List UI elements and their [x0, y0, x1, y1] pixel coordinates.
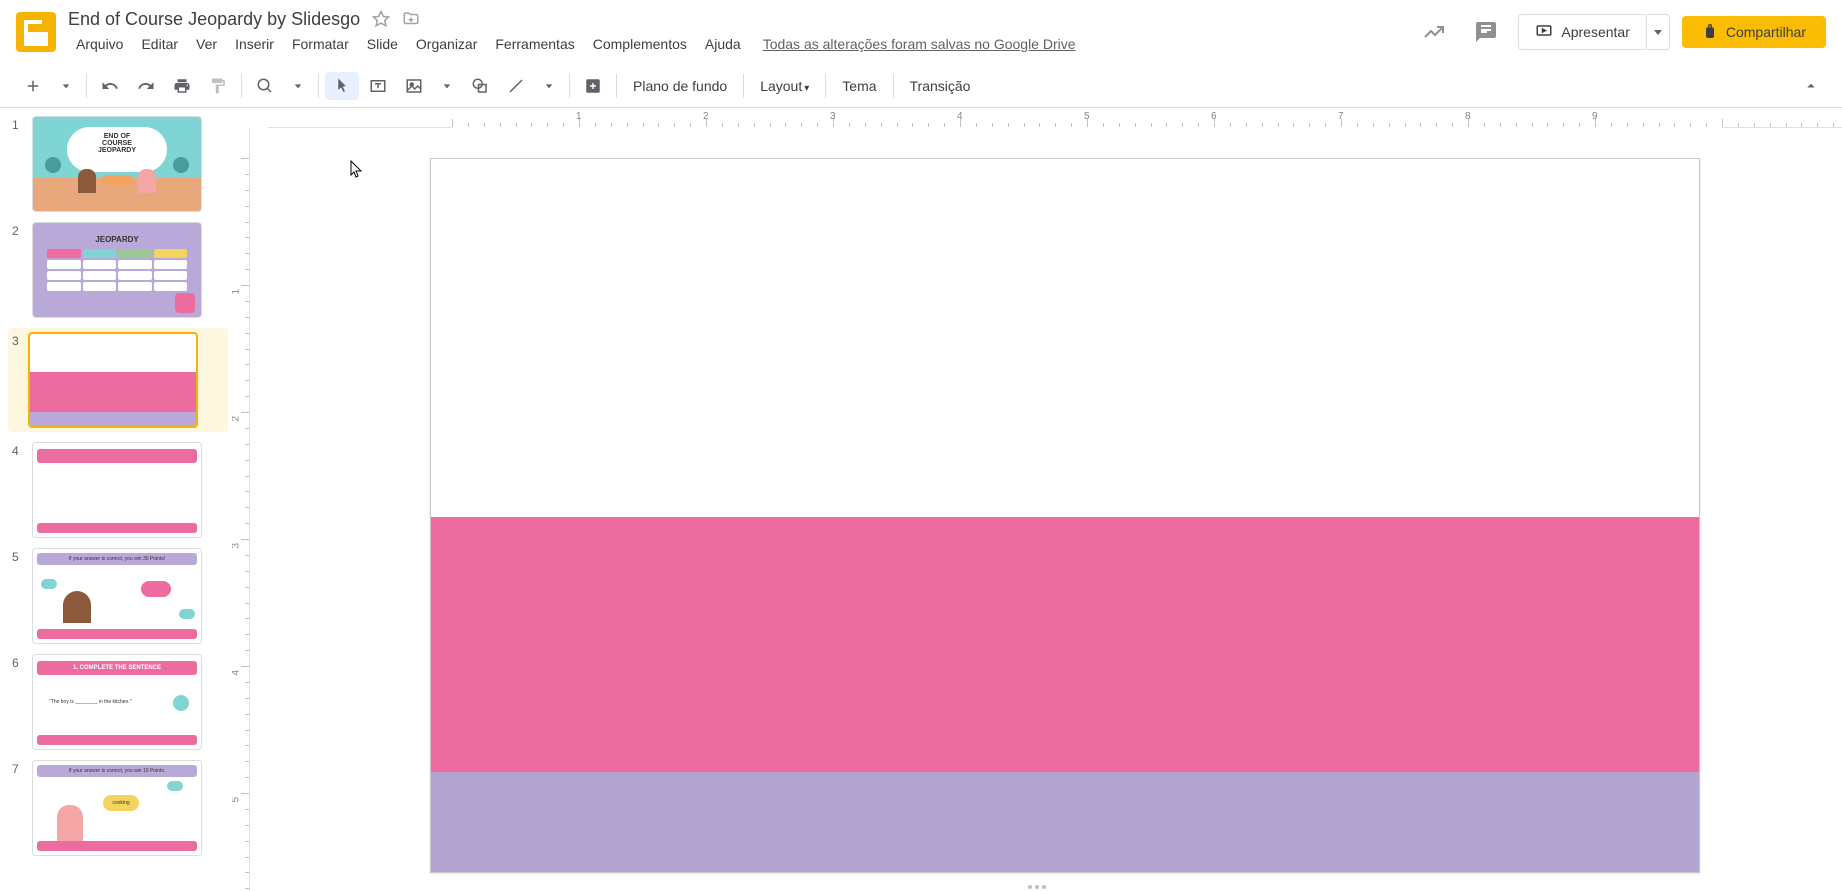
separator	[616, 74, 617, 98]
menu-arquivo[interactable]: Arquivo	[68, 32, 131, 56]
menu-inserir[interactable]: Inserir	[227, 32, 282, 56]
vertical-ruler[interactable]: 12345	[232, 128, 250, 891]
collapse-toolbar-icon[interactable]	[1796, 71, 1826, 101]
slide-number: 2	[12, 222, 32, 318]
redo-button[interactable]	[129, 72, 163, 100]
slide-number: 1	[12, 116, 32, 212]
transition-button[interactable]: Transição	[900, 72, 981, 100]
image-tool[interactable]	[397, 72, 431, 100]
layout-button[interactable]: Layout▾	[750, 72, 819, 100]
slide-thumbnail-5[interactable]: 5 If your answer is correct, you win 30 …	[12, 548, 228, 644]
cursor-icon	[350, 160, 364, 178]
slide-thumbnail-4[interactable]: 4	[12, 442, 228, 538]
slide-number: 5	[12, 548, 32, 644]
slide-thumb[interactable]: If your answer is correct, you win 10 Po…	[32, 760, 202, 856]
slide-number: 7	[12, 760, 32, 856]
slide-thumb[interactable]	[28, 332, 198, 428]
image-dropdown[interactable]	[433, 72, 461, 100]
slide-thumbnail-6[interactable]: 6 1. COMPLETE THE SENTENCE "The boy is _…	[12, 654, 228, 750]
filmstrip[interactable]: 1 END OF COURSE JEOPARDY 2 JEOPARDY	[0, 108, 232, 891]
separator	[318, 74, 319, 98]
canvas-background[interactable]	[250, 128, 1842, 891]
theme-button[interactable]: Tema	[832, 72, 886, 100]
pink-band[interactable]	[431, 517, 1699, 774]
purple-band[interactable]	[431, 772, 1699, 872]
separator	[825, 74, 826, 98]
present-button[interactable]: Apresentar	[1518, 14, 1646, 50]
shape-tool[interactable]	[463, 72, 497, 100]
slide-thumbnail-1[interactable]: 1 END OF COURSE JEOPARDY	[12, 116, 228, 212]
slide-thumb[interactable]	[32, 442, 202, 538]
menu-complementos[interactable]: Complementos	[585, 32, 695, 56]
share-button[interactable]: Compartilhar	[1682, 16, 1826, 48]
slide-number: 4	[12, 442, 32, 538]
separator	[893, 74, 894, 98]
zoom-dropdown[interactable]	[284, 72, 312, 100]
present-label: Apresentar	[1561, 24, 1629, 40]
menu-organizar[interactable]: Organizar	[408, 32, 485, 56]
slide-number: 6	[12, 654, 32, 750]
share-label: Compartilhar	[1726, 24, 1806, 40]
star-icon[interactable]	[372, 10, 390, 28]
slides-logo[interactable]	[16, 12, 56, 52]
undo-button[interactable]	[93, 72, 127, 100]
new-slide-dropdown[interactable]	[52, 72, 80, 100]
title-area: End of Course Jeopardy by Slidesgo Arqui…	[68, 9, 1414, 56]
separator	[86, 74, 87, 98]
slide-thumbnail-2[interactable]: 2 JEOPARDY	[12, 222, 228, 318]
menu-slide[interactable]: Slide	[359, 32, 406, 56]
slide-thumbnail-3[interactable]: 3	[8, 328, 228, 432]
menu-formatar[interactable]: Formatar	[284, 32, 357, 56]
chevron-down-icon: ▾	[804, 83, 809, 94]
doc-title-row: End of Course Jeopardy by Slidesgo	[68, 9, 1414, 30]
toolbar: Plano de fundo Layout▾ Tema Transição	[0, 64, 1842, 108]
comments-icon[interactable]	[1466, 12, 1506, 52]
slide-thumb[interactable]: JEOPARDY	[32, 222, 202, 318]
move-folder-icon[interactable]	[402, 10, 420, 28]
app-header: End of Course Jeopardy by Slidesgo Arqui…	[0, 0, 1842, 64]
select-tool[interactable]	[325, 72, 359, 100]
slide-thumb[interactable]: If your answer is correct, you win 30 Po…	[32, 548, 202, 644]
menu-bar: Arquivo Editar Ver Inserir Formatar Slid…	[68, 32, 1414, 56]
slide-number: 3	[8, 332, 28, 428]
activity-icon[interactable]	[1414, 12, 1454, 52]
main-area: 1 END OF COURSE JEOPARDY 2 JEOPARDY	[0, 108, 1842, 891]
new-slide-button[interactable]	[16, 72, 50, 100]
header-right: Apresentar Compartilhar	[1414, 12, 1826, 52]
textbox-tool[interactable]	[361, 72, 395, 100]
menu-ver[interactable]: Ver	[188, 32, 225, 56]
speaker-notes-handle[interactable]	[1022, 885, 1052, 889]
slide-thumb[interactable]: 1. COMPLETE THE SENTENCE "The boy is ___…	[32, 654, 202, 750]
doc-title[interactable]: End of Course Jeopardy by Slidesgo	[68, 9, 360, 30]
comment-button[interactable]	[576, 72, 610, 100]
menu-editar[interactable]: Editar	[133, 32, 186, 56]
separator	[569, 74, 570, 98]
paint-format-button[interactable]	[201, 72, 235, 100]
separator	[743, 74, 744, 98]
present-dropdown[interactable]	[1647, 14, 1670, 50]
menu-ferramentas[interactable]: Ferramentas	[487, 32, 582, 56]
canvas-area[interactable]: 123456789 12345	[232, 108, 1842, 891]
print-button[interactable]	[165, 72, 199, 100]
horizontal-ruler[interactable]: 123456789	[268, 108, 1842, 128]
slide-thumb[interactable]: END OF COURSE JEOPARDY	[32, 116, 202, 212]
slide-thumbnail-7[interactable]: 7 If your answer is correct, you win 10 …	[12, 760, 228, 856]
menu-ajuda[interactable]: Ajuda	[697, 32, 749, 56]
line-dropdown[interactable]	[535, 72, 563, 100]
save-status[interactable]: Todas as alterações foram salvas no Goog…	[763, 32, 1076, 56]
line-tool[interactable]	[499, 72, 533, 100]
background-button[interactable]: Plano de fundo	[623, 72, 737, 100]
separator	[241, 74, 242, 98]
zoom-button[interactable]	[248, 72, 282, 100]
slide-canvas[interactable]	[430, 158, 1700, 873]
